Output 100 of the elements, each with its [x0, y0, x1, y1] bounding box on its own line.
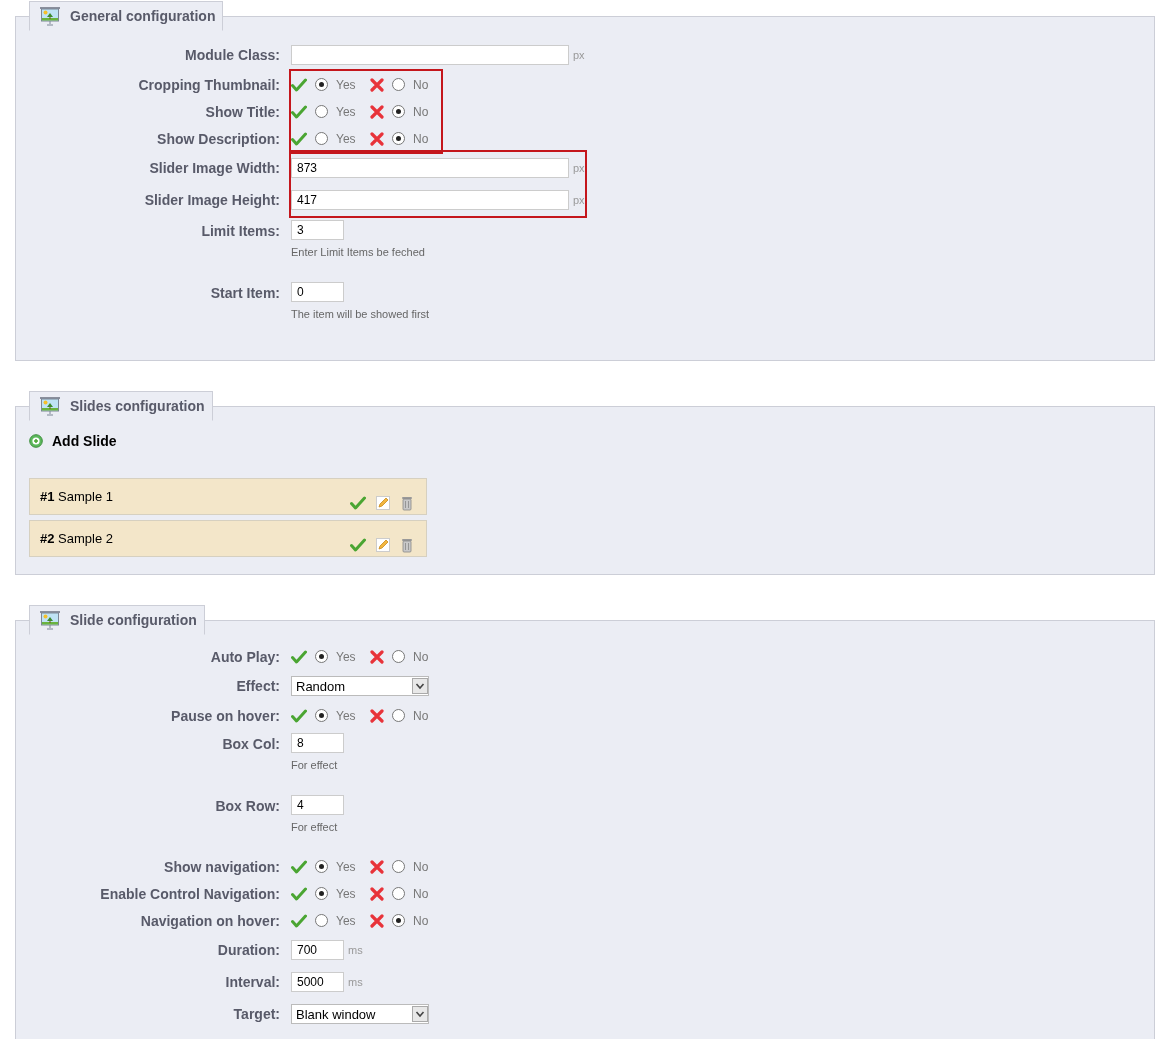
- option-label: No: [413, 708, 430, 723]
- slideshow-icon: [39, 6, 61, 26]
- field-label: Box Col:: [222, 736, 280, 752]
- field-label: Pause on hover:: [171, 707, 280, 724]
- option-label: Yes: [336, 77, 357, 92]
- option-label: Yes: [336, 913, 357, 928]
- unit-label: px: [573, 162, 585, 174]
- check-icon: [291, 913, 307, 928]
- option-label: No: [413, 77, 430, 92]
- field-label: Slider Image Height:: [144, 192, 280, 208]
- unit-label: px: [573, 194, 585, 206]
- field-label: Limit Items:: [201, 223, 280, 239]
- input-field[interactable]: 700: [291, 940, 344, 960]
- edit-icon[interactable]: [375, 537, 391, 553]
- check-icon: [291, 886, 307, 901]
- radio-button[interactable]: [315, 78, 328, 91]
- option-label: Yes: [336, 708, 357, 723]
- hint-text: For effect: [291, 759, 339, 771]
- panel-title: General configuration: [70, 8, 216, 24]
- radio-button[interactable]: [315, 650, 328, 663]
- slide-item[interactable]: #1 Sample 1: [29, 478, 427, 515]
- input-field[interactable]: 3: [291, 220, 344, 240]
- option-label: Yes: [336, 131, 357, 146]
- dropdown[interactable]: Random: [291, 676, 429, 696]
- enabled-icon: [350, 496, 366, 510]
- option-label: Yes: [336, 104, 357, 119]
- input-field[interactable]: 4: [291, 795, 344, 815]
- option-label: No: [413, 104, 430, 119]
- input-field[interactable]: 8: [291, 733, 344, 753]
- dropdown[interactable]: Blank window: [291, 1004, 429, 1024]
- check-icon: [291, 708, 307, 723]
- radio-button[interactable]: [315, 709, 328, 722]
- option-label: No: [413, 886, 430, 901]
- check-icon: [291, 131, 307, 146]
- field-label: Start Item:: [210, 285, 280, 301]
- field-label: Module Class:: [185, 47, 280, 63]
- field-label: Navigation on hover:: [140, 912, 280, 929]
- field-label: Duration:: [217, 942, 280, 958]
- field-label: Interval:: [225, 974, 280, 990]
- hint-text: Enter Limit Items be feched: [291, 246, 425, 258]
- field-label: Target:: [233, 1006, 280, 1022]
- slide-name: #1 Sample 1: [40, 489, 113, 506]
- field-label: Cropping Thumbnail:: [138, 76, 280, 93]
- field-label: Box Row:: [215, 798, 280, 814]
- add-slide-link[interactable]: Add Slide: [29, 433, 117, 449]
- radio-button[interactable]: [315, 914, 328, 927]
- check-icon: [291, 77, 307, 92]
- radio-button[interactable]: [392, 650, 405, 663]
- unit-label: ms: [348, 944, 363, 956]
- panel-title: Slides configuration: [70, 398, 205, 414]
- slideshow-icon: [39, 396, 61, 416]
- unit-label: ms: [348, 976, 363, 988]
- cross-icon: [370, 859, 384, 874]
- option-label: No: [413, 131, 430, 146]
- radio-button[interactable]: [315, 887, 328, 900]
- option-label: Yes: [336, 886, 357, 901]
- cross-icon: [370, 649, 384, 664]
- radio-button[interactable]: [392, 78, 405, 91]
- radio-button[interactable]: [392, 709, 405, 722]
- field-label: Enable Control Navigation:: [100, 885, 280, 902]
- slideshow-icon: [39, 610, 61, 630]
- option-label: Yes: [336, 649, 357, 664]
- hint-text: For effect: [291, 821, 339, 833]
- radio-button[interactable]: [392, 887, 405, 900]
- check-icon: [291, 649, 307, 664]
- trash-icon[interactable]: [400, 495, 414, 511]
- check-icon: [291, 104, 307, 119]
- field-label: Effect:: [236, 678, 280, 694]
- cross-icon: [370, 708, 384, 723]
- panel-title: Slide configuration: [70, 612, 197, 628]
- radio-button[interactable]: [315, 105, 328, 118]
- caret-icon: [412, 678, 428, 694]
- enabled-icon: [350, 538, 366, 552]
- caret-icon: [412, 1006, 428, 1022]
- radio-button[interactable]: [315, 132, 328, 145]
- option-label: No: [413, 913, 430, 928]
- input-field[interactable]: [291, 45, 569, 65]
- radio-button[interactable]: [392, 105, 405, 118]
- option-label: Yes: [336, 859, 357, 874]
- input-field[interactable]: 417: [291, 190, 569, 210]
- cross-icon: [370, 913, 384, 928]
- input-field[interactable]: 5000: [291, 972, 344, 992]
- field-label: Show Title:: [205, 103, 280, 120]
- input-field[interactable]: 873: [291, 158, 569, 178]
- radio-button[interactable]: [392, 860, 405, 873]
- radio-button[interactable]: [392, 132, 405, 145]
- cross-icon: [370, 77, 384, 92]
- add-icon: [29, 434, 43, 448]
- option-label: No: [413, 649, 430, 664]
- hint-text: The item will be showed first: [291, 308, 430, 320]
- input-field[interactable]: 0: [291, 282, 344, 302]
- field-label: Slider Image Width:: [149, 160, 280, 176]
- unit-label: px: [573, 49, 585, 61]
- field-label: Auto Play:: [210, 648, 280, 665]
- radio-button[interactable]: [315, 860, 328, 873]
- radio-button[interactable]: [392, 914, 405, 927]
- trash-icon[interactable]: [400, 537, 414, 553]
- edit-icon[interactable]: [375, 495, 391, 511]
- cross-icon: [370, 104, 384, 119]
- slide-item[interactable]: #2 Sample 2: [29, 520, 427, 557]
